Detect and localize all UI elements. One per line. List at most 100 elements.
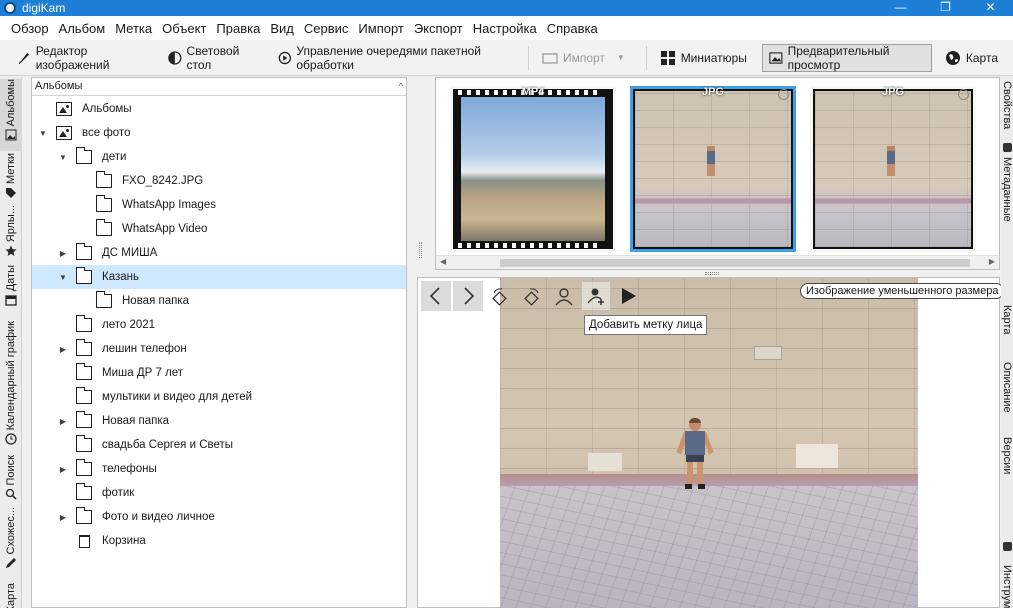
tab-description[interactable]: Описание [1001, 362, 1013, 413]
menu-import[interactable]: Импорт [353, 21, 408, 36]
tab-map[interactable]: Карта [0, 583, 22, 608]
close-button[interactable]: ✕ [968, 0, 1013, 16]
album-tree-item[interactable]: WhatsApp Video [32, 217, 406, 241]
album-tree-item[interactable]: Альбомы [32, 97, 406, 121]
child-shirt [685, 431, 705, 455]
menu-item[interactable]: Объект [157, 21, 211, 36]
preview-image[interactable] [500, 278, 918, 608]
scroll-left-icon[interactable]: ◀ [440, 257, 446, 266]
expand-open-icon[interactable]: ▼ [58, 273, 68, 282]
album-tree-item[interactable]: ▶ ДС МИША [32, 241, 406, 265]
album-tree-label: Корзина [102, 535, 146, 547]
rotate-right-button[interactable] [517, 281, 547, 311]
minimize-button[interactable]: — [878, 0, 923, 16]
tab-labels[interactable]: Ярлы... [0, 205, 22, 263]
tab-geolocation[interactable]: Карта [1001, 305, 1013, 334]
folder-icon [75, 339, 92, 356]
preview-button[interactable]: Предварительный просмотр [761, 43, 932, 72]
expand-closed-icon[interactable]: ▶ [58, 465, 68, 474]
tab-albums[interactable]: Альбомы [0, 79, 22, 151]
rotate-left-button[interactable] [485, 281, 515, 311]
album-tree-item[interactable]: WhatsApp Images [32, 193, 406, 217]
next-button[interactable] [453, 281, 483, 311]
expand-open-icon[interactable]: ▼ [38, 129, 48, 138]
chevron-down-icon[interactable]: ▼ [617, 53, 625, 62]
tab-properties[interactable]: Свойства [1001, 81, 1013, 129]
tab-tags-label: Метки [5, 153, 17, 185]
photo-plaque [796, 444, 838, 468]
album-tree-label: Новая папка [122, 295, 190, 307]
menu-edit[interactable]: Правка [211, 21, 265, 36]
tab-tags[interactable]: Метки [0, 153, 22, 203]
maximize-button[interactable]: ❐ [923, 0, 968, 16]
toolbar-separator [645, 45, 647, 70]
album-tree-item[interactable]: ▶ лешин телефон [32, 337, 406, 361]
tab-tools[interactable]: Инструменты [1001, 565, 1013, 608]
thumbnail-item[interactable]: MP4 [450, 86, 616, 252]
map-label: Карта [965, 50, 998, 65]
tab-timeline[interactable]: Календарный график [0, 321, 22, 453]
rotate-left-icon [492, 288, 507, 306]
album-tree-item[interactable]: ▼ Казань [32, 265, 406, 289]
scrollbar-thumb[interactable] [500, 259, 970, 267]
album-tree-label: телефоны [102, 463, 157, 475]
album-tree-item[interactable]: ▼ дети [32, 145, 406, 169]
thumbnail-item[interactable]: JPG [810, 86, 976, 252]
menu-help[interactable]: Справка [542, 21, 603, 36]
image-editor-button[interactable]: Редактор изображений [10, 44, 155, 72]
scroll-right-icon[interactable]: ▶ [989, 257, 995, 266]
slideshow-button[interactable] [613, 281, 643, 311]
tab-dates[interactable]: Даты [0, 265, 22, 319]
album-tree-item[interactable]: FXO_8242.JPG [32, 169, 406, 193]
album-tree-item[interactable]: мультики и видео для детей [32, 385, 406, 409]
menu-export[interactable]: Экспорт [409, 21, 468, 36]
tab-metadata[interactable]: Метаданные [1001, 157, 1013, 222]
album-tree-item[interactable]: ▶ Новая папка [32, 409, 406, 433]
album-tree-item[interactable]: Миша ДР 7 лет [32, 361, 406, 385]
expand-closed-icon[interactable]: ▶ [58, 249, 68, 258]
batch-queue-button[interactable]: Управление очередями пакетной обработки [271, 44, 516, 72]
menu-browse[interactable]: Обзор [6, 21, 54, 36]
thumbnail-strip: MP4 JPG JPG ◀ ▶ [435, 77, 1000, 270]
map-button[interactable]: Карта [938, 44, 1007, 72]
tab-search[interactable]: Поиск [0, 455, 22, 505]
folder-icon [95, 219, 112, 236]
light-table-icon [168, 50, 182, 65]
main-toolbar: Редактор изображений Световой стол Управ… [0, 40, 1013, 76]
menu-tag[interactable]: Метка [110, 21, 157, 36]
album-tree-item[interactable]: свадьба Сергея и Светы [32, 433, 406, 457]
thumbnail-item[interactable]: JPG [630, 86, 796, 252]
expand-closed-icon[interactable]: ▶ [58, 513, 68, 522]
face-detect-button[interactable] [549, 281, 579, 311]
import-button[interactable]: Импорт ▼ [535, 44, 634, 72]
album-tree-item[interactable]: фотик [32, 481, 406, 505]
album-tree-item[interactable]: ▶ телефоны [32, 457, 406, 481]
tab-search-label: Поиск [5, 455, 17, 486]
thumbnails-button[interactable]: Миниатюры [653, 44, 756, 72]
child-figure [707, 146, 715, 176]
album-tree-item[interactable]: лето 2021 [32, 313, 406, 337]
menu-album[interactable]: Альбом [54, 21, 111, 36]
album-tree-item[interactable]: Новая папка [32, 289, 406, 313]
album-tree-label: свадьба Сергея и Светы [102, 439, 234, 451]
expand-closed-icon[interactable]: ▶ [58, 345, 68, 354]
thumbnail-scrollbar[interactable]: ◀ ▶ [436, 255, 999, 269]
album-tree-label: Казань [102, 271, 139, 283]
horizontal-splitter[interactable] [435, 270, 1000, 277]
previous-button[interactable] [421, 281, 451, 311]
menu-tools[interactable]: Сервис [299, 21, 354, 36]
album-tree-item[interactable]: ▶ Фото и видео личное [32, 505, 406, 529]
menu-view[interactable]: Вид [265, 21, 299, 36]
expand-open-icon[interactable]: ▼ [58, 153, 68, 162]
album-tree-item[interactable]: Корзина [32, 529, 406, 553]
expand-closed-icon[interactable]: ▶ [58, 417, 68, 426]
tab-versions[interactable]: Версии [1001, 437, 1013, 474]
tab-similarity-label: Схожес... [5, 507, 17, 555]
tab-similarity[interactable]: Схожес... [0, 507, 22, 581]
add-face-tag-button[interactable] [581, 281, 611, 311]
album-tree-header[interactable]: Альбомы ^ [32, 78, 406, 96]
album-tree-label: WhatsApp Images [122, 199, 216, 211]
menu-settings[interactable]: Настройка [468, 21, 542, 36]
light-table-button[interactable]: Световой стол [161, 44, 265, 72]
album-tree-item[interactable]: ▼ все фото [32, 121, 406, 145]
